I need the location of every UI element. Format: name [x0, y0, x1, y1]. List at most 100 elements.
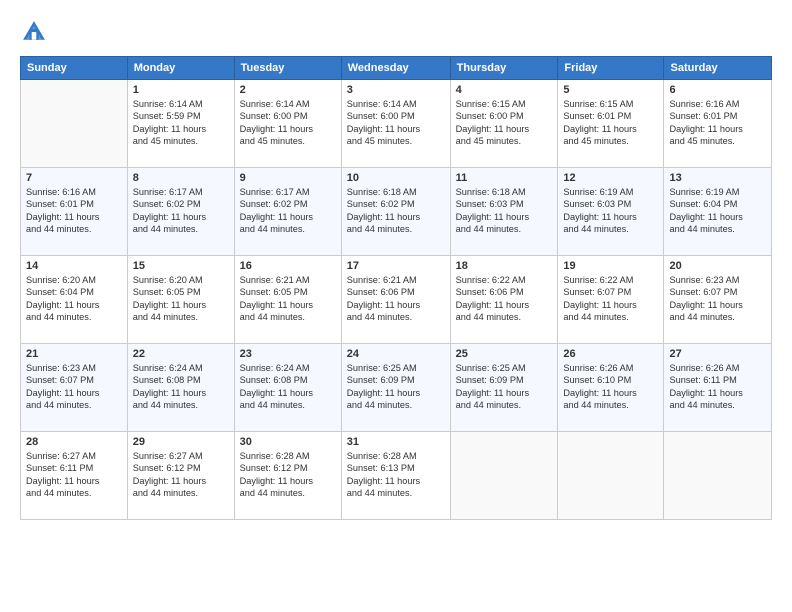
calendar-cell: 25 Sunrise: 6:25 AMSunset: 6:09 PMDayligh…	[450, 344, 558, 432]
calendar-cell: 6 Sunrise: 6:16 AMSunset: 6:01 PMDaylight…	[664, 80, 772, 168]
calendar-cell: 11 Sunrise: 6:18 AMSunset: 6:03 PMDayligh…	[450, 168, 558, 256]
day-number: 24	[347, 348, 445, 360]
calendar-cell: 2Sunrise: 6:14 AMSunset: 6:00 PMDaylight…	[234, 80, 341, 168]
calendar-table: SundayMondayTuesdayWednesdayThursdayFrid…	[20, 56, 772, 520]
day-info: Sunrise: 6:25 AMSunset: 6:09 PMDaylight:…	[347, 362, 445, 412]
day-number: 11	[456, 172, 553, 184]
header	[20, 18, 772, 46]
day-number: 4	[456, 84, 553, 96]
weekday-header-row: SundayMondayTuesdayWednesdayThursdayFrid…	[21, 57, 772, 80]
day-info: Sunrise: 6:27 AMSunset: 6:11 PMDaylight:…	[26, 450, 122, 500]
calendar-cell: 19 Sunrise: 6:22 AMSunset: 6:07 PMDayligh…	[558, 256, 664, 344]
calendar-cell: 8 Sunrise: 6:17 AMSunset: 6:02 PMDaylight…	[127, 168, 234, 256]
day-info: Sunrise: 6:20 AMSunset: 6:04 PMDaylight:…	[26, 274, 122, 324]
day-info: Sunrise: 6:23 AMSunset: 6:07 PMDaylight:…	[26, 362, 122, 412]
day-number: 31	[347, 436, 445, 448]
day-number: 10	[347, 172, 445, 184]
calendar-cell: 28 Sunrise: 6:27 AMSunset: 6:11 PMDayligh…	[21, 432, 128, 520]
logo	[20, 18, 52, 46]
calendar-cell: 7 Sunrise: 6:16 AMSunset: 6:01 PMDaylight…	[21, 168, 128, 256]
calendar-cell: 21 Sunrise: 6:23 AMSunset: 6:07 PMDayligh…	[21, 344, 128, 432]
day-number: 30	[240, 436, 336, 448]
week-row-5: 28 Sunrise: 6:27 AMSunset: 6:11 PMDayligh…	[21, 432, 772, 520]
day-info: Sunrise: 6:16 AMSunset: 6:01 PMDaylight:…	[669, 98, 766, 148]
calendar-cell: 29 Sunrise: 6:27 AMSunset: 6:12 PMDayligh…	[127, 432, 234, 520]
calendar-cell: 12Sunrise: 6:19 AMSunset: 6:03 PMDayligh…	[558, 168, 664, 256]
day-info: Sunrise: 6:14 AMSunset: 6:00 PMDaylight:…	[240, 98, 336, 148]
day-number: 19	[563, 260, 658, 272]
day-number: 16	[240, 260, 336, 272]
weekday-header-saturday: Saturday	[664, 57, 772, 80]
day-number: 22	[133, 348, 229, 360]
day-info: Sunrise: 6:15 AMSunset: 6:00 PMDaylight:…	[456, 98, 553, 148]
calendar-cell	[664, 432, 772, 520]
week-row-3: 14Sunrise: 6:20 AMSunset: 6:04 PMDayligh…	[21, 256, 772, 344]
weekday-header-sunday: Sunday	[21, 57, 128, 80]
day-number: 1	[133, 84, 229, 96]
calendar-cell: 20Sunrise: 6:23 AMSunset: 6:07 PMDayligh…	[664, 256, 772, 344]
calendar-cell: 22 Sunrise: 6:24 AMSunset: 6:08 PMDayligh…	[127, 344, 234, 432]
day-number: 25	[456, 348, 553, 360]
day-info: Sunrise: 6:18 AMSunset: 6:02 PMDaylight:…	[347, 186, 445, 236]
day-info: Sunrise: 6:26 AMSunset: 6:10 PMDaylight:…	[563, 362, 658, 412]
day-info: Sunrise: 6:20 AMSunset: 6:05 PMDaylight:…	[133, 274, 229, 324]
logo-icon	[20, 18, 48, 46]
day-info: Sunrise: 6:25 AMSunset: 6:09 PMDaylight:…	[456, 362, 553, 412]
calendar-cell: 10 Sunrise: 6:18 AMSunset: 6:02 PMDayligh…	[341, 168, 450, 256]
day-info: Sunrise: 6:17 AMSunset: 6:02 PMDaylight:…	[240, 186, 336, 236]
day-info: Sunrise: 6:19 AMSunset: 6:04 PMDaylight:…	[669, 186, 766, 236]
calendar-cell	[558, 432, 664, 520]
day-number: 29	[133, 436, 229, 448]
day-number: 9	[240, 172, 336, 184]
day-info: Sunrise: 6:22 AMSunset: 6:07 PMDaylight:…	[563, 274, 658, 324]
day-info: Sunrise: 6:16 AMSunset: 6:01 PMDaylight:…	[26, 186, 122, 236]
day-info: Sunrise: 6:28 AMSunset: 6:13 PMDaylight:…	[347, 450, 445, 500]
day-info: Sunrise: 6:15 AMSunset: 6:01 PMDaylight:…	[563, 98, 658, 148]
day-number: 6	[669, 84, 766, 96]
day-number: 23	[240, 348, 336, 360]
calendar-cell: 15 Sunrise: 6:20 AMSunset: 6:05 PMDayligh…	[127, 256, 234, 344]
week-row-4: 21 Sunrise: 6:23 AMSunset: 6:07 PMDayligh…	[21, 344, 772, 432]
day-info: Sunrise: 6:22 AMSunset: 6:06 PMDaylight:…	[456, 274, 553, 324]
calendar-cell	[21, 80, 128, 168]
day-number: 28	[26, 436, 122, 448]
day-info: Sunrise: 6:24 AMSunset: 6:08 PMDaylight:…	[133, 362, 229, 412]
day-number: 27	[669, 348, 766, 360]
weekday-header-wednesday: Wednesday	[341, 57, 450, 80]
day-info: Sunrise: 6:21 AMSunset: 6:06 PMDaylight:…	[347, 274, 445, 324]
calendar-cell: 3Sunrise: 6:14 AMSunset: 6:00 PMDaylight…	[341, 80, 450, 168]
weekday-header-tuesday: Tuesday	[234, 57, 341, 80]
calendar-cell: 31 Sunrise: 6:28 AMSunset: 6:13 PMDayligh…	[341, 432, 450, 520]
weekday-header-friday: Friday	[558, 57, 664, 80]
day-number: 7	[26, 172, 122, 184]
day-info: Sunrise: 6:18 AMSunset: 6:03 PMDaylight:…	[456, 186, 553, 236]
calendar-cell: 5 Sunrise: 6:15 AMSunset: 6:01 PMDaylight…	[558, 80, 664, 168]
day-info: Sunrise: 6:17 AMSunset: 6:02 PMDaylight:…	[133, 186, 229, 236]
day-number: 3	[347, 84, 445, 96]
calendar-cell: 4 Sunrise: 6:15 AMSunset: 6:00 PMDaylight…	[450, 80, 558, 168]
day-number: 13	[669, 172, 766, 184]
calendar-cell	[450, 432, 558, 520]
calendar-cell: 17 Sunrise: 6:21 AMSunset: 6:06 PMDayligh…	[341, 256, 450, 344]
calendar-cell: 9 Sunrise: 6:17 AMSunset: 6:02 PMDaylight…	[234, 168, 341, 256]
week-row-2: 7 Sunrise: 6:16 AMSunset: 6:01 PMDaylight…	[21, 168, 772, 256]
day-number: 18	[456, 260, 553, 272]
calendar-cell: 1Sunrise: 6:14 AMSunset: 5:59 PMDaylight…	[127, 80, 234, 168]
day-number: 5	[563, 84, 658, 96]
day-number: 26	[563, 348, 658, 360]
calendar-cell: 23Sunrise: 6:24 AMSunset: 6:08 PMDayligh…	[234, 344, 341, 432]
calendar-cell: 30Sunrise: 6:28 AMSunset: 6:12 PMDayligh…	[234, 432, 341, 520]
calendar-cell: 27 Sunrise: 6:26 AMSunset: 6:11 PMDayligh…	[664, 344, 772, 432]
day-info: Sunrise: 6:26 AMSunset: 6:11 PMDaylight:…	[669, 362, 766, 412]
page: SundayMondayTuesdayWednesdayThursdayFrid…	[0, 0, 792, 612]
day-info: Sunrise: 6:27 AMSunset: 6:12 PMDaylight:…	[133, 450, 229, 500]
day-number: 15	[133, 260, 229, 272]
calendar-cell: 16 Sunrise: 6:21 AMSunset: 6:05 PMDayligh…	[234, 256, 341, 344]
calendar-cell: 26 Sunrise: 6:26 AMSunset: 6:10 PMDayligh…	[558, 344, 664, 432]
calendar-cell: 18 Sunrise: 6:22 AMSunset: 6:06 PMDayligh…	[450, 256, 558, 344]
day-info: Sunrise: 6:21 AMSunset: 6:05 PMDaylight:…	[240, 274, 336, 324]
day-number: 8	[133, 172, 229, 184]
day-number: 17	[347, 260, 445, 272]
day-number: 20	[669, 260, 766, 272]
day-number: 21	[26, 348, 122, 360]
